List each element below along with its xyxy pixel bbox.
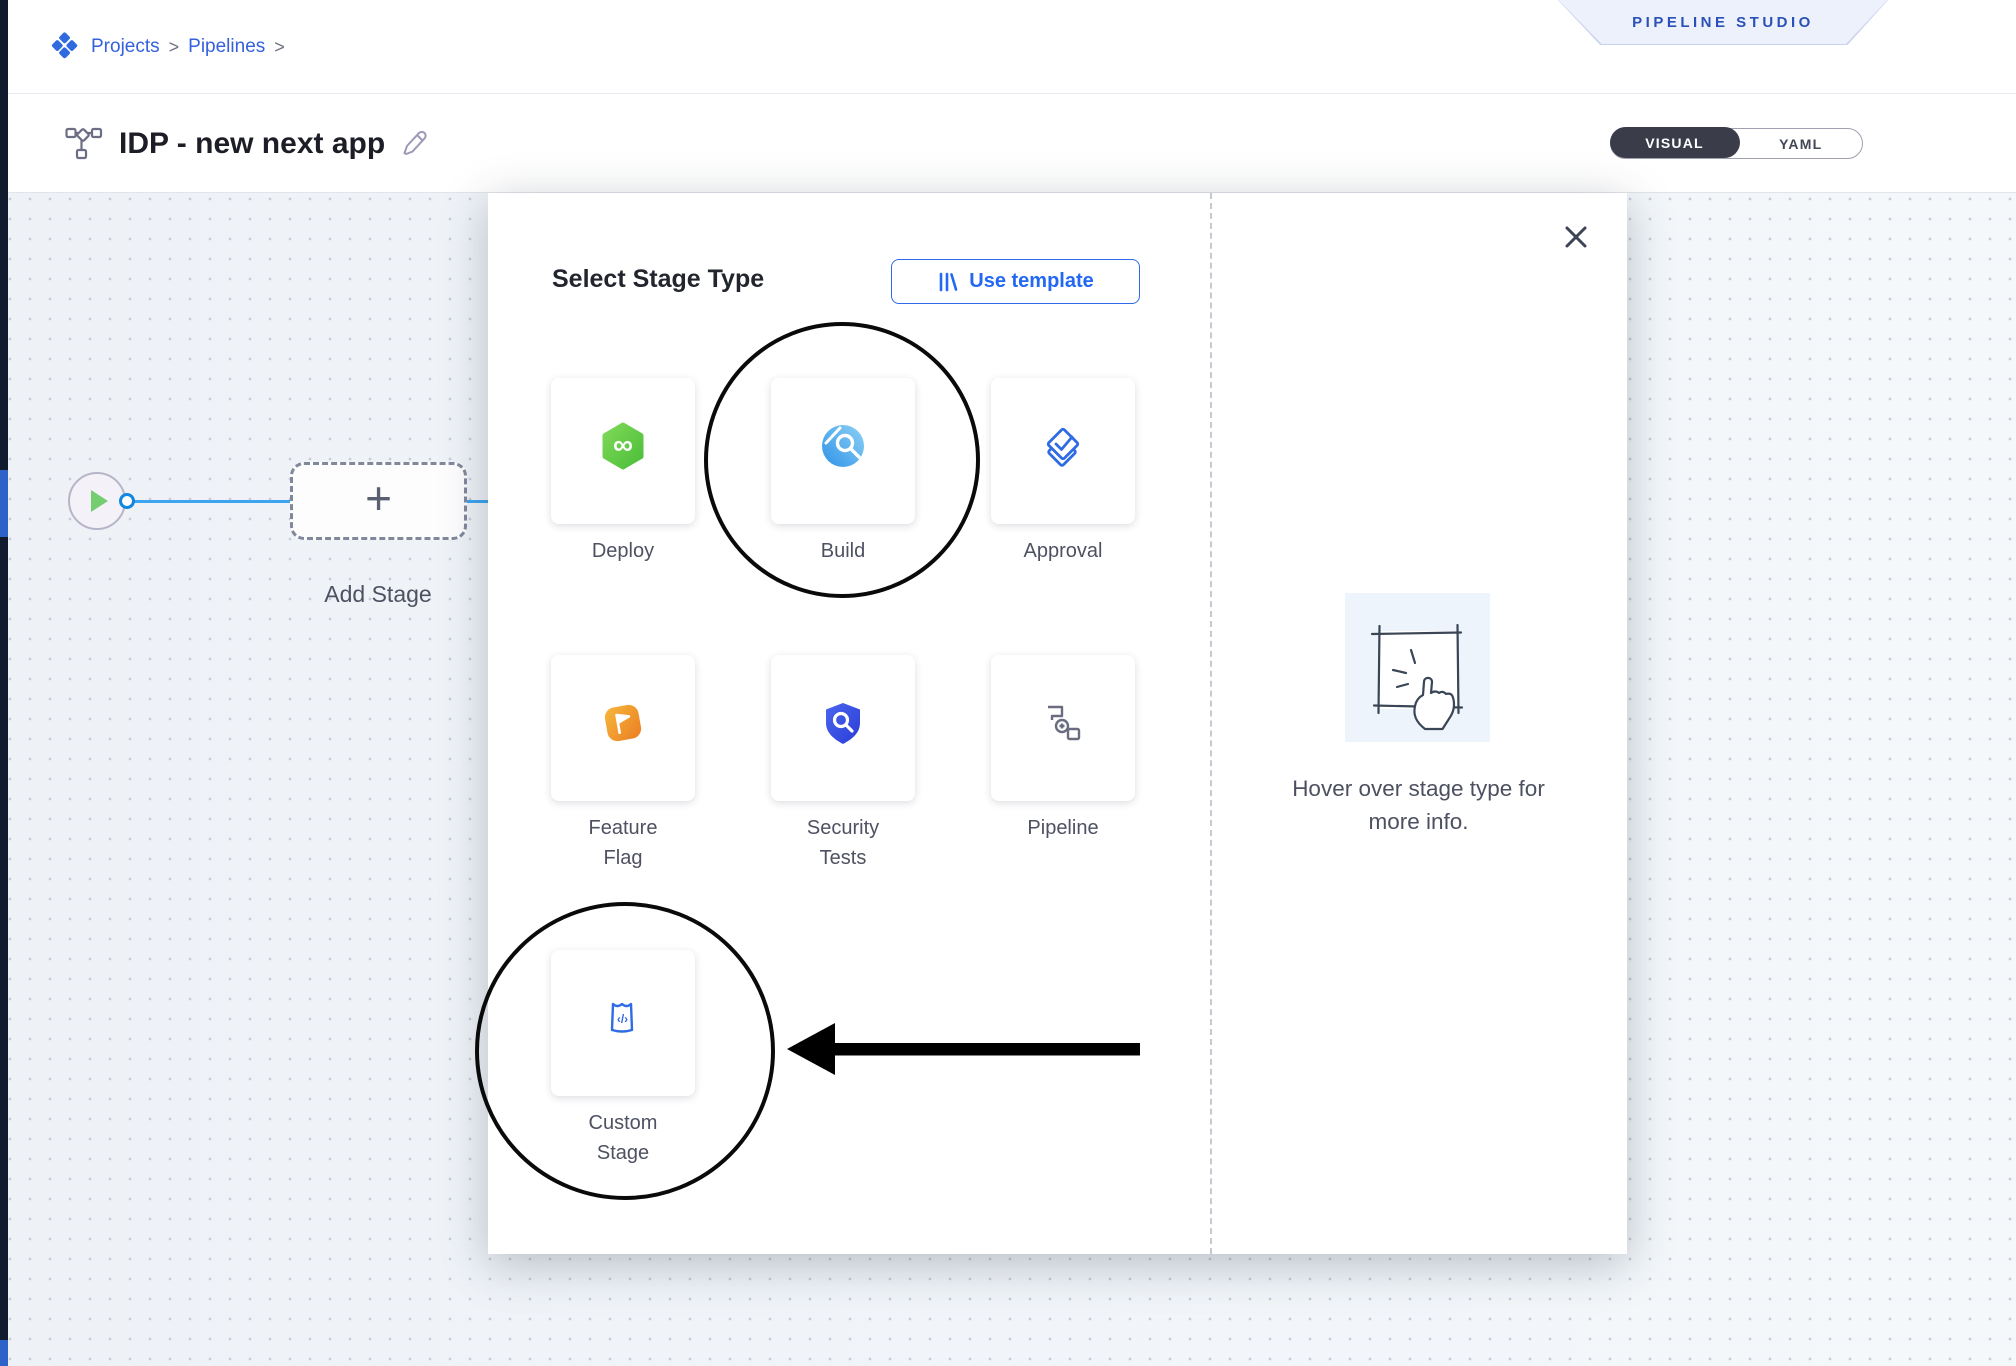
stage-card[interactable]: [991, 378, 1135, 524]
security-tests-icon: [819, 699, 867, 747]
edge-connector-dot: [119, 493, 135, 509]
stage-label: Build: [791, 536, 895, 566]
stage-label: Security Tests: [791, 813, 895, 873]
breadcrumb-separator: >: [274, 37, 285, 58]
toggle-visual[interactable]: VISUAL: [1610, 127, 1740, 158]
left-nav-strip: [0, 0, 8, 1366]
left-strip-active-segment: [0, 470, 8, 537]
template-library-icon: [937, 271, 959, 293]
edit-pencil-icon[interactable]: [401, 130, 428, 157]
use-template-button[interactable]: Use template: [891, 259, 1140, 304]
breadcrumb-separator: >: [169, 37, 180, 58]
view-mode-toggle: VISUAL YAML: [1610, 128, 1863, 159]
breadcrumb-pipelines[interactable]: Pipelines: [188, 36, 265, 58]
panel-divider: [1210, 193, 1212, 1254]
svg-text:∞: ∞: [613, 429, 633, 460]
stage-label: Feature Flag: [571, 813, 675, 873]
stage-card[interactable]: [771, 378, 915, 524]
svg-text:‹/›: ‹/›: [617, 1012, 628, 1026]
top-nav-bar: Projects > Pipelines > PIPELINE STUDIO: [8, 0, 2016, 94]
close-icon: [1563, 224, 1589, 250]
stage-label: Approval: [1011, 536, 1115, 566]
build-icon: [819, 422, 867, 470]
stage-type-build[interactable]: Build: [751, 378, 935, 566]
pipeline-studio-banner-label: PIPELINE STUDIO: [1632, 14, 1814, 31]
pipeline-icon: [65, 127, 103, 161]
select-stage-type-panel: Select Stage Type Use template: [488, 193, 1627, 1254]
stage-type-pipeline[interactable]: Pipeline: [971, 655, 1155, 843]
stage-label: Custom Stage: [571, 1108, 675, 1168]
pipeline-edge: [133, 500, 293, 503]
pipeline-studio-banner: PIPELINE STUDIO: [1557, 0, 1889, 45]
stage-card[interactable]: ∞: [551, 378, 695, 524]
pipeline-studio-screen: Projects > Pipelines > PIPELINE STUDIO I…: [0, 0, 2016, 1366]
page-title: IDP - new next app: [119, 127, 385, 161]
stage-card[interactable]: ‹/›: [551, 950, 695, 1096]
add-stage-label: Add Stage: [278, 581, 478, 608]
custom-stage-icon: ‹/›: [599, 994, 647, 1042]
breadcrumb: Projects > Pipelines >: [51, 0, 285, 94]
pipeline-start-node[interactable]: [68, 472, 126, 530]
hover-info-illustration: [1345, 593, 1490, 742]
panel-title: Select Stage Type: [552, 265, 764, 294]
pipeline-header: IDP - new next app VISUAL YAML: [8, 94, 2016, 193]
stage-type-feature-flag[interactable]: Feature Flag: [531, 655, 715, 873]
click-hand-icon: [1345, 593, 1490, 742]
projects-grid-icon: [51, 32, 82, 63]
stage-label: Deploy: [571, 536, 675, 566]
stage-card[interactable]: [771, 655, 915, 801]
breadcrumb-projects[interactable]: Projects: [91, 36, 160, 58]
stage-card[interactable]: [991, 655, 1135, 801]
feature-flag-icon: [599, 699, 647, 747]
stage-type-security-tests[interactable]: Security Tests: [751, 655, 935, 873]
pipeline-stage-icon: [1039, 699, 1087, 747]
use-template-label: Use template: [969, 270, 1094, 293]
left-strip-bottom-segment: [0, 1340, 8, 1366]
stage-card[interactable]: [551, 655, 695, 801]
approval-icon: [1039, 422, 1087, 470]
add-stage-node[interactable]: +: [290, 462, 467, 540]
stage-type-approval[interactable]: Approval: [971, 378, 1155, 566]
deploy-icon: ∞: [599, 422, 647, 470]
stage-type-deploy[interactable]: ∞ Deploy: [531, 378, 715, 566]
plus-icon: +: [365, 475, 392, 521]
stage-type-custom-stage[interactable]: ‹/› Custom Stage: [531, 950, 715, 1168]
stage-label: Pipeline: [1011, 813, 1115, 843]
play-icon: [91, 490, 108, 512]
close-button[interactable]: [1556, 217, 1596, 257]
hover-info-text: Hover over stage type for more info.: [1220, 773, 1617, 838]
toggle-yaml[interactable]: YAML: [1740, 136, 1863, 152]
